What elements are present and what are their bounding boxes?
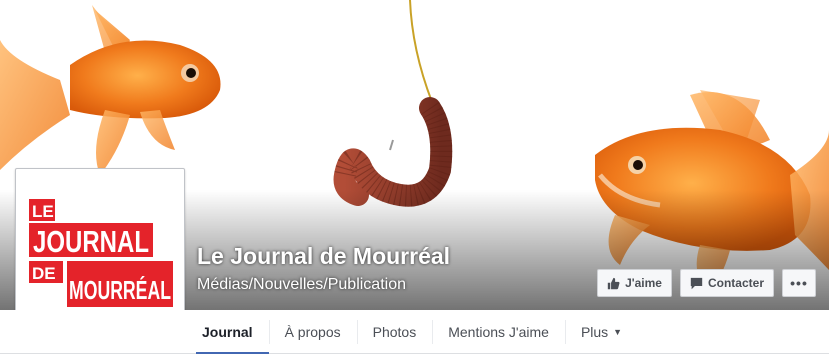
more-options-button[interactable]: ••• <box>782 269 816 297</box>
caret-down-icon: ▼ <box>613 327 623 337</box>
page-title[interactable]: Le Journal de Mourréal <box>197 243 450 270</box>
logo-line-3: DE <box>32 264 56 283</box>
tab-label: Journal <box>202 324 253 340</box>
tab-label: Photos <box>372 324 417 340</box>
thumbs-up-icon <box>607 277 620 290</box>
tab-likes[interactable]: Mentions J'aime <box>432 310 565 354</box>
hook-and-worm <box>333 0 453 207</box>
goldfish-left <box>0 5 221 175</box>
more-dots-icon: ••• <box>790 275 808 291</box>
like-label: J'aime <box>625 276 662 290</box>
tab-label: À propos <box>284 324 341 340</box>
logo-line-4: MOURRÉAL <box>69 275 171 305</box>
tab-label: Plus <box>580 324 609 340</box>
logo-line-1: LE <box>32 202 54 221</box>
contact-label: Contacter <box>707 276 764 290</box>
tab-photos[interactable]: Photos <box>356 310 433 354</box>
contact-button[interactable]: Contacter <box>679 269 774 297</box>
page-category[interactable]: Médias/Nouvelles/Publication <box>197 276 406 294</box>
tab-more[interactable]: Plus ▼ <box>564 310 638 354</box>
message-icon <box>690 277 703 290</box>
tab-list: Journal À propos Photos Mentions J'aime … <box>186 310 638 354</box>
tab-journal[interactable]: Journal <box>186 310 269 354</box>
journal-logo: LE JOURNAL DE MOURRÉAL <box>29 199 173 307</box>
like-button[interactable]: J'aime <box>597 269 672 297</box>
page-navigation: Journal À propos Photos Mentions J'aime … <box>0 310 829 354</box>
logo-line-2: JOURNAL <box>33 224 149 259</box>
tab-about[interactable]: À propos <box>268 310 357 354</box>
page-actions: J'aime Contacter ••• <box>597 269 816 297</box>
tab-label: Mentions J'aime <box>448 324 549 340</box>
